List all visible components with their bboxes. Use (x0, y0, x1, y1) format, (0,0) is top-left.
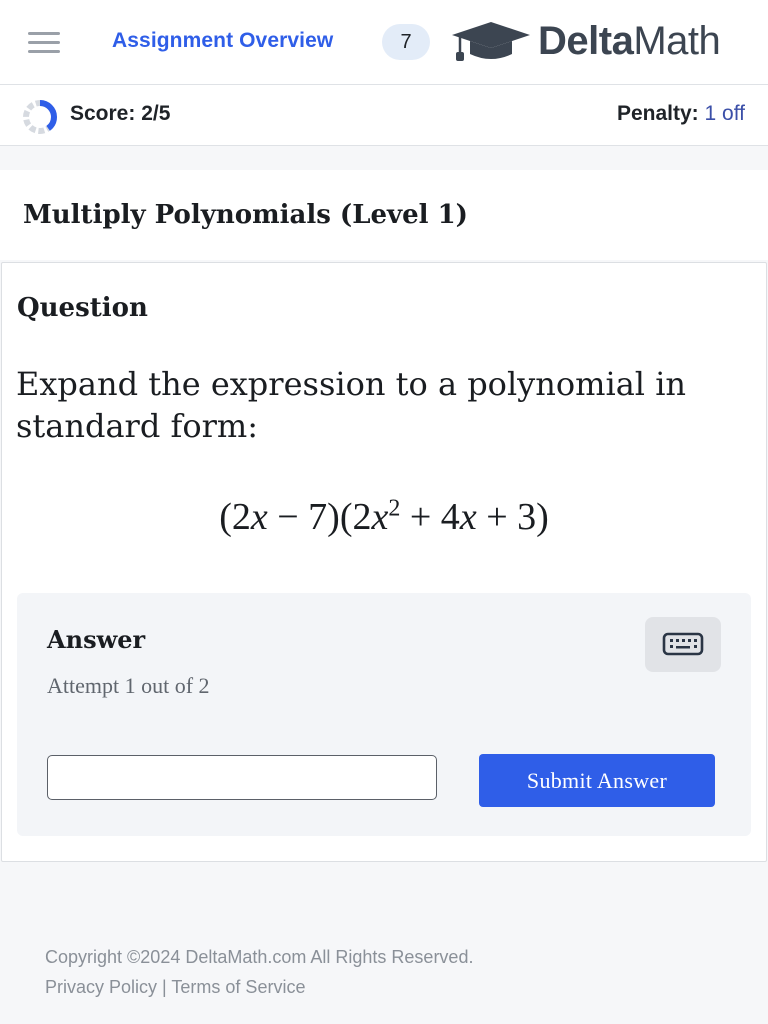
penalty-label: Penalty: (616, 102, 699, 125)
submit-answer-button[interactable]: Submit Answer (479, 754, 715, 807)
footer: Copyright ©2024 DeltaMath.com All Rights… (45, 942, 473, 1002)
attempt-counter: Attempt 1 out of 2 (47, 673, 210, 698)
question-prompt: Expand the expression to a polynomial in… (16, 365, 687, 445)
problem-title-bar: Multiply Polynomials (Level 1) (0, 170, 768, 260)
penalty-value: 1 off (704, 102, 745, 125)
page-title: Multiply Polynomials (Level 1) (23, 200, 468, 230)
logo-wordmark: DeltaMath (538, 19, 721, 63)
penalty-indicator: Penalty: 1 off (617, 102, 745, 126)
footer-separator: | (162, 977, 167, 997)
score-bar: Score: 2/5 Penalty: 1 off (0, 85, 768, 146)
math-expression: (2x − 7)(2x2 + 4x + 3) (219, 495, 549, 538)
score-label: Score: 2/5 (70, 102, 171, 125)
keyboard-toggle-button[interactable] (645, 617, 721, 672)
privacy-policy-link[interactable]: Privacy Policy (45, 977, 157, 997)
keyboard-icon (662, 632, 704, 656)
deltamath-logo[interactable]: DeltaMath (450, 18, 750, 68)
copyright-text: Copyright ©2024 DeltaMath.com All Rights… (45, 947, 474, 967)
question-card: Question Expand the expression to a poly… (1, 262, 767, 862)
assignment-count-badge: 7 (382, 24, 430, 60)
score-ring-icon (23, 100, 57, 134)
assignment-overview-link[interactable]: Assignment Overview (112, 29, 333, 53)
answer-panel: Answer Attempt 1 out of 2 Submit Answer (17, 593, 751, 836)
answer-heading: Answer (47, 625, 146, 654)
question-heading: Question (17, 293, 148, 323)
hamburger-menu-icon[interactable] (28, 30, 60, 54)
terms-of-service-link[interactable]: Terms of Service (171, 977, 305, 997)
top-navigation-bar: Assignment Overview 7 DeltaMath (0, 0, 768, 85)
answer-input[interactable] (47, 755, 437, 800)
graduation-cap-icon (452, 22, 530, 61)
footer-links: Privacy Policy | Terms of Service (45, 972, 473, 1002)
